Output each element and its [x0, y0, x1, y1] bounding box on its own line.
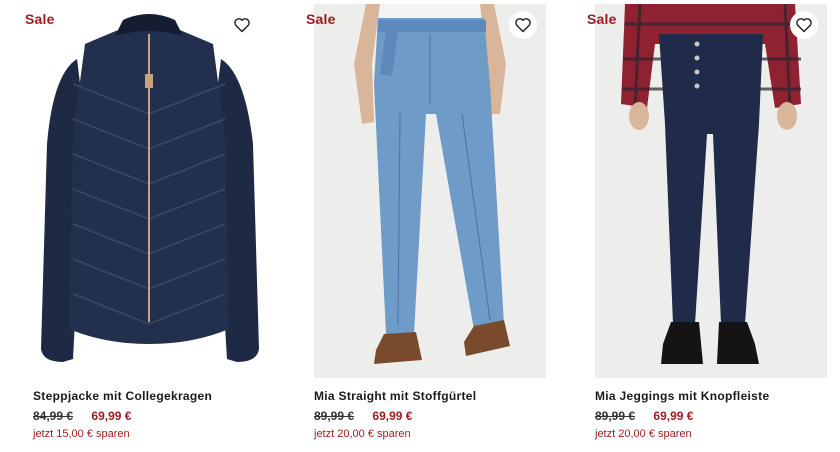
- favorite-button[interactable]: [509, 11, 537, 39]
- heart-outline-icon: [515, 18, 531, 33]
- old-price: 89,99 €: [314, 409, 355, 423]
- product-name[interactable]: Mia Straight mit Stoffgürtel: [314, 389, 476, 403]
- product-image-straight-jeans[interactable]: [314, 4, 546, 378]
- price-row: 89,99 € 69,99 €: [314, 409, 412, 423]
- sale-badge: Sale: [306, 11, 336, 27]
- sale-price: 69,99 €: [372, 409, 413, 423]
- old-price: 84,99 €: [33, 409, 74, 423]
- old-price: 89,99 €: [595, 409, 636, 423]
- product-name[interactable]: Mia Jeggings mit Knopfleiste: [595, 389, 769, 403]
- product-image-jacket[interactable]: [33, 4, 265, 378]
- product-card[interactable]: Sale Mia Jeggings mit Knopfleiste 89,99 …: [587, 0, 834, 452]
- product-image-jeggings[interactable]: [595, 4, 827, 378]
- heart-outline-icon: [234, 18, 250, 33]
- sale-price: 69,99 €: [91, 409, 132, 423]
- sale-badge: Sale: [587, 11, 617, 27]
- product-name[interactable]: Steppjacke mit Collegekragen: [33, 389, 212, 403]
- sale-badge: Sale: [25, 11, 55, 27]
- favorite-button[interactable]: [228, 11, 256, 39]
- favorite-button[interactable]: [790, 11, 818, 39]
- savings-text: jetzt 15,00 € sparen: [33, 428, 130, 440]
- sale-price: 69,99 €: [653, 409, 694, 423]
- heart-outline-icon: [796, 18, 812, 33]
- savings-text: jetzt 20,00 € sparen: [595, 428, 692, 440]
- product-card[interactable]: Sale Mia Straight mit Stoffgürtel 89,99 …: [306, 0, 553, 452]
- savings-text: jetzt 20,00 € sparen: [314, 428, 411, 440]
- price-row: 84,99 € 69,99 €: [33, 409, 131, 423]
- product-card[interactable]: Sale Steppjacke mit Collegekragen 84,99 …: [25, 0, 272, 452]
- price-row: 89,99 € 69,99 €: [595, 409, 693, 423]
